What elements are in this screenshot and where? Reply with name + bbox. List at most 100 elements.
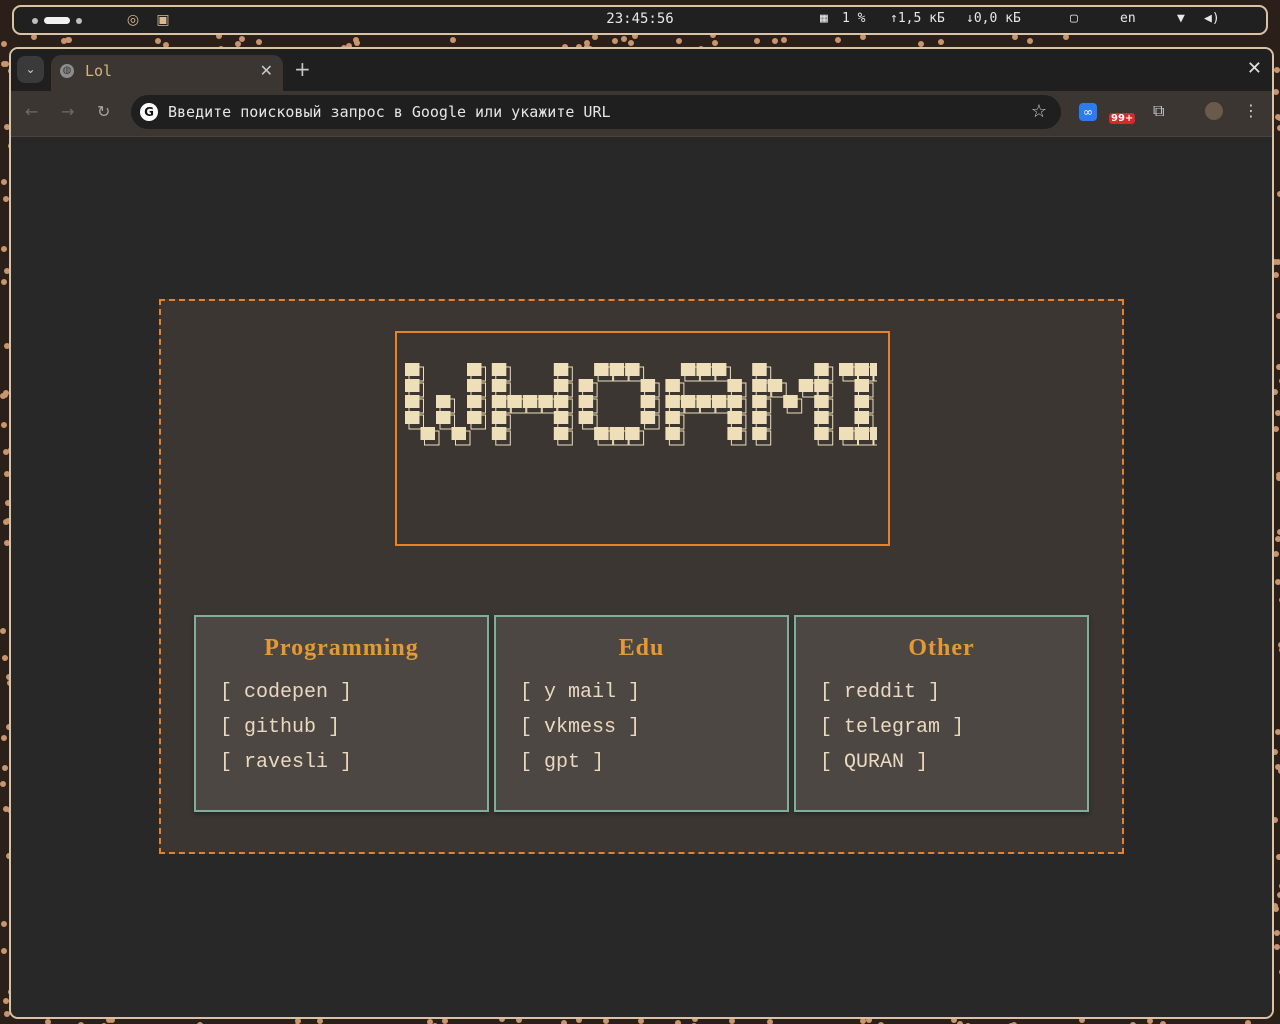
wallpaper-dot xyxy=(0,947,7,954)
ascii-block xyxy=(640,411,656,424)
tab-active[interactable]: ◍ Lol ✕ xyxy=(51,55,283,91)
link-vkmess[interactable]: vkmess xyxy=(544,716,616,739)
clipboard-icon[interactable]: ▢ xyxy=(1070,11,1078,26)
profile-avatar[interactable] xyxy=(1205,102,1223,120)
ascii-block xyxy=(752,411,767,424)
wallpaper-dot xyxy=(771,37,778,44)
wallpaper-dot xyxy=(1273,929,1280,936)
link-y-mail[interactable]: y mail xyxy=(544,681,616,704)
link-reddit[interactable]: reddit xyxy=(844,681,916,704)
wallpaper-dot xyxy=(154,38,161,45)
ascii-block xyxy=(467,363,482,376)
wallpaper-dot xyxy=(1273,551,1280,558)
tab-search-button[interactable]: ⌄ xyxy=(17,56,44,83)
ascii-block xyxy=(405,395,420,408)
wallpaper-dot xyxy=(1274,943,1280,950)
wallpaper-dot xyxy=(592,34,599,41)
link-item[interactable]: [ github ] xyxy=(220,716,352,751)
wallpaper-dot xyxy=(45,1019,52,1024)
new-tab-button[interactable]: + xyxy=(294,57,311,81)
ascii-block xyxy=(814,379,829,392)
extensions-puzzle-icon[interactable]: ⧉ xyxy=(1153,101,1164,121)
link-item[interactable]: [ vkmess ] xyxy=(520,716,640,751)
wallpaper-dot xyxy=(1273,271,1280,278)
ascii-block xyxy=(553,395,569,408)
address-bar[interactable]: G Введите поисковый запрос в Google или … xyxy=(131,95,1061,129)
ascii-block xyxy=(727,395,742,408)
extension-badge-icon[interactable]: 99+ xyxy=(1109,109,1136,125)
page-viewport: Programming [ codepen ] [ github ] [ rav… xyxy=(11,137,1272,1017)
ascii-block xyxy=(594,427,609,440)
link-item[interactable]: [ y mail ] xyxy=(520,681,640,716)
browser-toolbar: ← → ↻ G Введите поисковый запрос в Googl… xyxy=(11,91,1272,137)
wallpaper-dot xyxy=(0,178,7,185)
volume-icon[interactable]: ◀) xyxy=(1204,11,1220,26)
link-codepen[interactable]: codepen xyxy=(244,681,328,704)
bookmark-star-icon[interactable]: ☆ xyxy=(1031,101,1047,122)
link-quran[interactable]: QURAN xyxy=(844,751,904,774)
link-telegram[interactable]: telegram xyxy=(844,716,940,739)
infinity-extension-icon[interactable]: ∞ xyxy=(1079,103,1097,121)
close-tab-icon[interactable]: ✕ xyxy=(260,61,273,80)
ascii-block xyxy=(625,427,640,440)
menu-kebab-icon[interactable]: ⋮ xyxy=(1243,101,1259,120)
wallpaper-dot xyxy=(1276,124,1280,131)
ascii-block xyxy=(783,395,798,408)
wallpaper-dot xyxy=(627,39,634,46)
wallpaper-dot xyxy=(294,1018,301,1024)
link-gpt[interactable]: gpt xyxy=(544,751,580,774)
section-title: Edu xyxy=(618,635,665,661)
wallpaper-dot xyxy=(1275,363,1280,370)
ascii-block xyxy=(854,395,869,408)
wallpaper-dot xyxy=(766,1019,773,1024)
ascii-block xyxy=(640,379,656,392)
link-item[interactable]: [ telegram ] xyxy=(820,716,964,751)
ascii-block xyxy=(665,411,680,424)
wallpaper-dot xyxy=(859,1018,866,1024)
link-item[interactable]: [ QURAN ] xyxy=(820,751,964,786)
link-item[interactable]: [ codepen ] xyxy=(220,681,352,716)
wallpaper-dot xyxy=(1,734,8,741)
ascii-block xyxy=(491,379,507,392)
ascii-block xyxy=(405,379,420,392)
ascii-block xyxy=(854,379,869,392)
wallpaper-dot xyxy=(450,36,457,43)
ascii-block xyxy=(491,427,507,440)
close-window-icon[interactable]: ✕ xyxy=(1247,58,1262,79)
wallpaper-dot xyxy=(1275,313,1280,320)
link-item[interactable]: [ gpt ] xyxy=(520,751,640,786)
wifi-icon[interactable]: ▼ xyxy=(1177,11,1185,26)
ascii-banner xyxy=(395,331,890,546)
reload-button[interactable]: ↻ xyxy=(97,102,110,121)
wallpaper-dot xyxy=(2,518,9,525)
ascii-block xyxy=(870,427,877,440)
ascii-block xyxy=(553,427,569,440)
ascii-block xyxy=(814,427,829,440)
wallpaper-dot xyxy=(560,1019,567,1024)
ascii-block xyxy=(727,427,742,440)
ascii-block xyxy=(640,395,656,408)
ascii-block xyxy=(665,379,680,392)
ascii-block xyxy=(491,395,507,408)
wallpaper-dot xyxy=(1274,113,1280,120)
link-item[interactable]: [ ravesli ] xyxy=(220,751,352,786)
ascii-block xyxy=(839,363,854,376)
wallpaper-dot xyxy=(0,246,7,253)
ascii-block xyxy=(553,411,569,424)
link-item[interactable]: [ reddit ] xyxy=(820,681,964,716)
forward-button[interactable]: → xyxy=(61,102,74,121)
ascii-block xyxy=(870,363,877,376)
link-github[interactable]: github xyxy=(244,716,316,739)
ascii-block xyxy=(727,411,742,424)
back-button[interactable]: ← xyxy=(25,102,38,121)
wallpaper-dot xyxy=(2,196,9,203)
keyboard-layout[interactable]: en xyxy=(1120,11,1136,26)
clock[interactable]: 23:45:56 xyxy=(14,11,1266,27)
wallpaper-dot xyxy=(1027,37,1034,44)
wallpaper-dot xyxy=(583,39,590,46)
wallpaper-dot xyxy=(1,422,8,429)
link-ravesli[interactable]: ravesli xyxy=(244,751,328,774)
wallpaper-dot xyxy=(1274,579,1280,586)
ascii-block xyxy=(420,427,435,440)
ascii-block xyxy=(405,363,420,376)
